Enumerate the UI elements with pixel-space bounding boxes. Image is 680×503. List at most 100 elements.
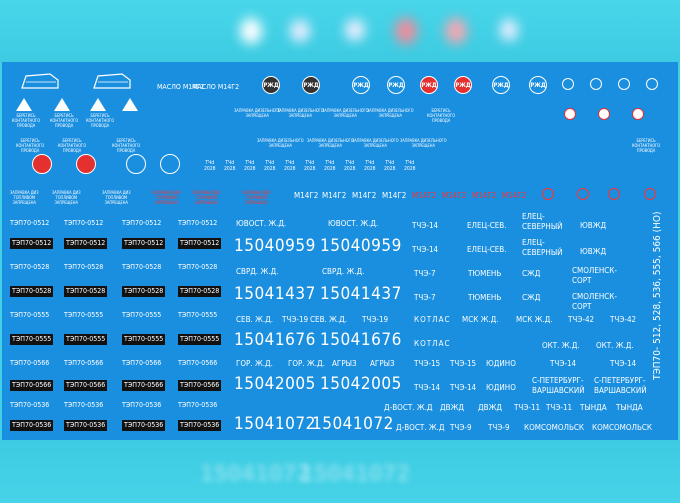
rzd-logo-big-icon: [160, 154, 180, 174]
road-label: Д-ВОСТ. Ж.Д: [396, 423, 445, 432]
depot-label: ТЫНДА: [616, 403, 643, 412]
number-plate-label: ТЭП70-0566: [178, 359, 218, 367]
number-big: 15041437: [320, 284, 402, 304]
warning-triangle-icon: [122, 98, 138, 111]
depot-label: СМОЛЕНСК- СОРТ: [572, 292, 618, 311]
rzd-logo-icon: РЖД: [454, 76, 472, 94]
zapr-label: ЗАПРАВКА ДИЗЕЛЬНОГО ЗАПРЕЩЕНА: [367, 108, 414, 118]
depot-label: ТЧЭ-42: [610, 315, 637, 324]
road-label: ГОР. Ж.Д.: [236, 359, 273, 368]
rzd-logo-icon: РЖД: [529, 76, 547, 94]
number-plate-black: ТЭП70-0512: [64, 238, 108, 249]
number-plate-label: ТЭП70-0566: [64, 359, 104, 367]
number-big: 15041676: [234, 330, 316, 350]
tchd-label: ТЧd 2028: [224, 160, 236, 172]
depot-label: ЕЛЕЦ- СЕВЕРНЫЙ: [522, 238, 563, 257]
tchd-label: ТЧd 2028: [364, 160, 376, 172]
number-plate-black: ТЭП70-0512: [178, 238, 222, 249]
locomotive-silhouette-icon: [93, 73, 131, 89]
depot-label: КОТЛАС: [414, 315, 451, 324]
number-plate-black: ТЭП70-0566: [178, 380, 222, 391]
blurred-logo-red: [395, 18, 417, 44]
depot-label: СЖД: [522, 269, 541, 278]
rzd-logo-big-icon: [32, 154, 52, 174]
m14g2-label-red: М14Г2: [442, 191, 467, 200]
road-label: Д-ВОСТ. Ж.Д: [384, 403, 433, 412]
locomotive-silhouette-icon: [21, 73, 59, 89]
number-plate-label: ТЭП70-0555: [10, 311, 50, 319]
number-plate-black: ТЭП70-0528: [64, 286, 108, 297]
number-plate-black: ТЭП70-0512: [10, 238, 54, 249]
lightning-label: БЕРЕГИСЬ КОНТАКТНОГО ПРОВОДА: [112, 138, 141, 153]
depot-label: ТЧЭ-11: [514, 403, 541, 412]
small-logo-icon: [590, 78, 602, 90]
zapr-label: ЗАПРАВКА ДИЗЕЛЬНОГО ЗАПРЕЩЕНА: [257, 138, 304, 148]
depot-label: ТЮМЕНЬ: [468, 269, 502, 278]
road-label: ЮВОСТ. Ж.Д.: [328, 219, 379, 228]
depot-label: ТЧЭ-7: [414, 293, 436, 302]
decal-sheet: МАСЛО М14Г2 МАСЛО М14Г2 РЖД РЖД РЖД РЖД …: [2, 62, 678, 440]
maslo-label: МАСЛО М14Г2: [192, 83, 240, 91]
small-logo-icon: [618, 78, 630, 90]
number-plate-label: ТЭП70-0528: [10, 263, 50, 271]
fuel-label: ЗАПРАВКА ДИЗ ТОПЛИВОМ ЗАПРЕЩЕНА: [52, 190, 81, 205]
number-plate-label: ТЭП70-0555: [64, 311, 104, 319]
road-label: ТЧЭ-19: [282, 315, 309, 324]
m14g2-label-red: М14Г2: [502, 191, 527, 200]
number-big: 15040959: [234, 236, 316, 256]
depot-label: ЮВЖД: [580, 221, 607, 230]
depot-label: КОМСОМОЛЬСК: [592, 423, 653, 432]
red-emblem-icon: [644, 188, 656, 200]
depot-label: МСК Ж.Д.: [462, 315, 499, 324]
road-label: ЮВОСТ. Ж.Д.: [236, 219, 287, 228]
depot-label: С-ПЕТЕРБУРГ- ВАРШАВСКИЙ: [532, 376, 585, 395]
depot-label: ТЧЭ-42: [568, 315, 595, 324]
number-plate-black: ТЭП70-0536: [178, 420, 222, 431]
no-entry-icon: [564, 108, 576, 120]
fuel-label: ЗАПРАВКА ДИЗ ТОПЛИВОМ ЗАПРЕЩЕНА: [102, 190, 131, 205]
tchd-label: ТЧd 2028: [304, 160, 316, 172]
rzd-logo-big-icon: [76, 154, 96, 174]
road-label: АГРЫЗ: [370, 359, 395, 368]
number-plate-label: ТЭП70-0512: [64, 219, 104, 227]
depot-label: СМОЛЕНСК- СОРТ: [572, 266, 618, 285]
rzd-logo-icon: РЖД: [352, 76, 370, 94]
m14g2-label: М14Г2: [294, 191, 319, 200]
road-label: ДВЖД: [478, 403, 502, 412]
blurred-logo-white-3: [345, 19, 365, 41]
number-plate-black: ТЭП70-0512: [122, 238, 166, 249]
number-plate-label: ТЭП70-0512: [10, 219, 50, 227]
tchd-label: ТЧd 2028: [244, 160, 256, 172]
depot-label: ЕЛЕЦ-СЕВ.: [467, 245, 507, 254]
kontakt-label: БЕРЕГИСЬ КОНТАКТНОГО ПРОВОДА: [12, 113, 41, 128]
fuel-label-red: ЗАПРАВКА ДИЗ ТОПЛИВОМ ЗАПРЕЩЕНА: [152, 190, 181, 205]
kontakt-label: БЕРЕГИСЬ КОНТАКТНОГО ПРОВОДА: [427, 108, 456, 123]
number-plate-label: ТЭП70-0528: [64, 263, 104, 271]
number-plate-label: ТЭП70-0555: [178, 311, 218, 319]
depot-label: ТЧЭ-14: [550, 359, 577, 368]
no-entry-icon: [632, 108, 644, 120]
depot-label: ТЧЭ-9: [450, 423, 472, 432]
number-plate-label: ТЭП70-0536: [10, 401, 50, 409]
number-plate-label: ТЭП70-0566: [10, 359, 50, 367]
tchd-label: ТЧd 2028: [324, 160, 336, 172]
rzd-logo-icon: РЖД: [492, 76, 510, 94]
rzd-logo-icon: РЖД: [262, 76, 280, 94]
number-plate-black: ТЭП70-0566: [10, 380, 54, 391]
depot-label: ТЫНДА: [580, 403, 607, 412]
number-plate-label: ТЭП70-0512: [122, 219, 162, 227]
depot-label: ОКТ. Ж.Д.: [542, 341, 580, 350]
depot-label: ЮДИНО: [486, 383, 516, 392]
number-plate-black: ТЭП70-0555: [122, 334, 166, 345]
blurred-logo-red-2: [445, 18, 467, 44]
number-plate-label: ТЭП70-0528: [178, 263, 218, 271]
zapr-label: ЗАПРАВКА ДИЗЕЛЬНОГО ЗАПРЕЩЕНА: [277, 108, 324, 118]
m14g2-label: М14Г2: [352, 191, 377, 200]
tchd-label: ТЧd 2028: [204, 160, 216, 172]
warning-triangle-icon: [16, 98, 32, 111]
number-plate-black: ТЭП70-0555: [10, 334, 54, 345]
warning-triangle-icon: [54, 98, 70, 111]
road-label: СЕВ. Ж.Д.: [236, 315, 274, 324]
rzd-logo-icon: РЖД: [302, 76, 320, 94]
depot-label: С-ПЕТЕРБУРГ- ВАРШАВСКИЙ: [594, 376, 647, 395]
